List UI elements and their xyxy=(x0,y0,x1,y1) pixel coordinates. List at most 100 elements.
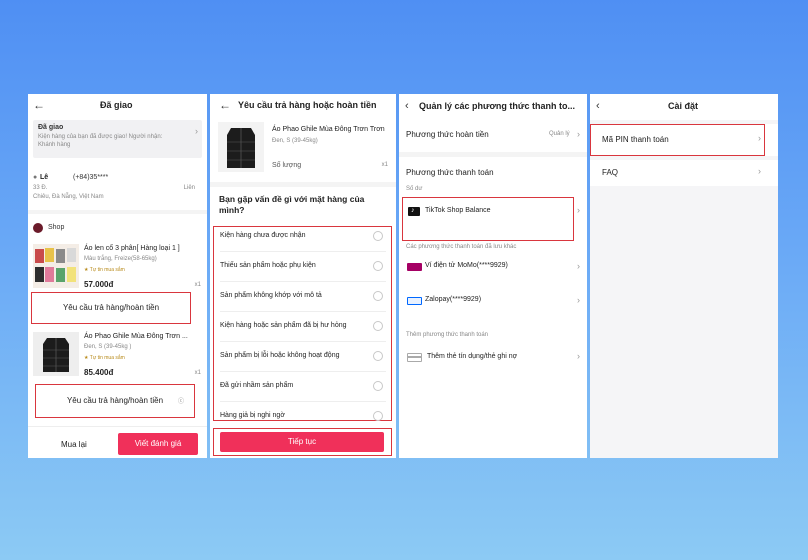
payment-methods-panel: ‹ Quản lý các phương thức thanh to... Ph… xyxy=(399,94,587,458)
reason-divider xyxy=(220,281,386,282)
refund-method-value[interactable]: Quản lý xyxy=(549,131,570,137)
tiktok-balance-item[interactable]: TikTok Shop Balance xyxy=(425,207,491,214)
reason-option-label[interactable]: Kiện hàng hoặc sản phẩm đã bị hư hỏng xyxy=(220,322,347,329)
return-request-button-1[interactable]: Yêu cầu trả hàng/hoàn tiền xyxy=(31,292,191,324)
tiktok-balance-highlight xyxy=(402,197,574,241)
status-title: Đã giao xyxy=(38,124,64,131)
product2-qty: x1 xyxy=(194,370,201,376)
location-pin-icon: ● xyxy=(33,174,38,181)
page-title: Đã giao xyxy=(100,100,133,110)
chevron-right-icon: › xyxy=(758,133,761,143)
return-request-button-2[interactable]: Yêu cầu trả hàng/hoàn tiền ⓒ xyxy=(35,384,195,418)
reason-option-label[interactable]: Đã gửi nhầm sản phẩm xyxy=(220,382,293,389)
faq-row[interactable] xyxy=(590,160,778,186)
reason-divider xyxy=(220,251,386,252)
back-arrow-icon[interactable]: ← xyxy=(33,99,45,111)
status-desc: Kiện hàng của bạn đã được giao! Người nh… xyxy=(38,134,163,140)
qty-value: x1 xyxy=(381,162,388,168)
star-icon: ★ xyxy=(84,267,89,273)
card-stripe xyxy=(408,356,421,358)
address-line2: Chiêu, Đà Nẵng, Việt Nam xyxy=(33,194,104,200)
settings-panel: ‹ Cài đặt Mã PIN thanh toán › FAQ › xyxy=(590,94,778,458)
reason-option-label[interactable]: Sản phẩm bị lỗi hoặc không hoạt động xyxy=(220,352,339,359)
buy-again-button[interactable]: Mua lại xyxy=(61,440,87,449)
write-review-button[interactable]: Viết đánh giá xyxy=(118,433,198,455)
address-line1: 33 Đ. xyxy=(33,185,48,191)
section-divider xyxy=(210,182,396,187)
product-image xyxy=(218,122,264,172)
product-variant: Đen, S (39-45kg) xyxy=(272,138,318,144)
reason-radio[interactable] xyxy=(373,261,383,271)
product1-price: 57.000đ xyxy=(84,280,114,289)
shop-label[interactable]: Shop xyxy=(48,224,64,231)
shop-avatar xyxy=(33,223,43,233)
reason-radio[interactable] xyxy=(373,321,383,331)
product2-image xyxy=(33,332,79,376)
zalopay-item[interactable]: Zalopay(****9929) xyxy=(425,296,481,303)
product2-name[interactable]: Áo Phao Ghile Mùa Đông Trơn ... xyxy=(84,333,188,340)
delivery-status-card[interactable]: Đã giao Kiện hàng của bạn đã được giao! … xyxy=(33,120,202,158)
chevron-right-icon: › xyxy=(758,166,761,176)
reason-option-label[interactable]: Hàng giả bị nghi ngờ xyxy=(220,412,285,419)
product2-tag: ★ Tự tin mua sắm xyxy=(84,355,125,361)
momo-icon xyxy=(407,263,422,271)
back-arrow-icon[interactable]: ← xyxy=(219,99,231,111)
chevron-right-icon: › xyxy=(195,126,198,136)
saved-methods-label: Các phương thức thanh toán đã lưu khác xyxy=(406,244,517,250)
qty-label: Số lượng xyxy=(272,162,302,169)
payment-method-label: Phương thức thanh toán xyxy=(406,168,494,177)
page-title: Quản lý các phương thức thanh to... xyxy=(419,101,575,111)
reason-radio[interactable] xyxy=(373,381,383,391)
add-method-label: Thêm phương thức thanh toán xyxy=(406,332,489,338)
chevron-right-icon: › xyxy=(577,295,580,305)
product1-image xyxy=(33,244,79,288)
product1-variant: Màu trắng, Freize(58-65kg) xyxy=(84,256,157,262)
back-chevron-icon[interactable]: ‹ xyxy=(596,100,600,112)
return-request-panel: ← Yêu cầu trả hàng hoặc hoàn tiền Áo Pha… xyxy=(210,94,396,458)
address-link[interactable]: Liên xyxy=(184,185,195,191)
question-heading: Bạn gặp vấn đề gì với mặt hàng của mình? xyxy=(219,194,365,215)
product-name: Áo Phao Ghile Mùa Đông Trơn Trơn xyxy=(272,126,385,133)
product2-price: 85.400đ xyxy=(84,368,114,377)
back-chevron-icon[interactable]: ‹ xyxy=(405,100,409,112)
momo-item[interactable]: Ví điện tử MoMo(****9929) xyxy=(425,262,508,269)
chevron-right-icon: › xyxy=(577,205,580,215)
address-name: Lê xyxy=(40,174,49,181)
reason-radio[interactable] xyxy=(373,411,383,421)
return-request-label-1: Yêu cầu trả hàng/hoàn tiền xyxy=(62,303,160,312)
page-title: Cài đặt xyxy=(668,101,699,111)
reason-radio[interactable] xyxy=(373,231,383,241)
star-icon: ★ xyxy=(84,355,89,361)
balance-label: Số dư xyxy=(406,186,423,192)
reason-divider xyxy=(220,311,386,312)
product1-name[interactable]: Áo len cổ 3 phân[ Hàng loại 1 ] xyxy=(84,245,180,252)
tiktok-glyph: ♪ xyxy=(411,207,415,214)
reason-divider xyxy=(220,341,386,342)
chevron-right-icon: › xyxy=(577,261,580,271)
pin-item[interactable]: Mã PIN thanh toán xyxy=(602,135,669,144)
product1-qty: x1 xyxy=(194,282,201,288)
continue-button[interactable]: Tiếp tục xyxy=(220,432,384,452)
status-desc-2: Khánh hàng xyxy=(38,142,71,148)
refund-method-label: Phương thức hoàn tiền xyxy=(406,130,489,139)
reason-divider xyxy=(220,401,386,402)
address-phone: (+84)35**** xyxy=(73,174,109,181)
add-card-item[interactable]: Thêm thẻ tín dụng/thẻ ghi nợ xyxy=(427,353,517,360)
reason-option-label[interactable]: Kiện hàng chưa được nhận xyxy=(220,232,306,239)
reason-option-label[interactable]: Thiếu sản phẩm hoặc phụ kiện xyxy=(220,262,316,269)
reason-divider xyxy=(220,371,386,372)
chevron-right-icon: › xyxy=(577,351,580,361)
reason-option-label[interactable]: Sản phẩm không khớp với mô tả xyxy=(220,292,322,299)
section-divider xyxy=(28,210,207,214)
faq-item[interactable]: FAQ xyxy=(602,168,618,177)
zalopay-icon xyxy=(407,297,422,305)
section-divider xyxy=(399,152,587,157)
reason-radio[interactable] xyxy=(373,291,383,301)
order-detail-panel: ← Đã giao Đã giao Kiện hàng của bạn đã đ… xyxy=(28,94,207,458)
product1-tag: ★ Tự tin mua sắm xyxy=(84,267,125,273)
info-icon: ⓒ xyxy=(177,399,184,405)
chevron-right-icon: › xyxy=(577,129,580,139)
bottom-divider xyxy=(28,426,207,427)
reason-radio[interactable] xyxy=(373,351,383,361)
page-title: Yêu cầu trả hàng hoặc hoàn tiền xyxy=(238,100,377,110)
